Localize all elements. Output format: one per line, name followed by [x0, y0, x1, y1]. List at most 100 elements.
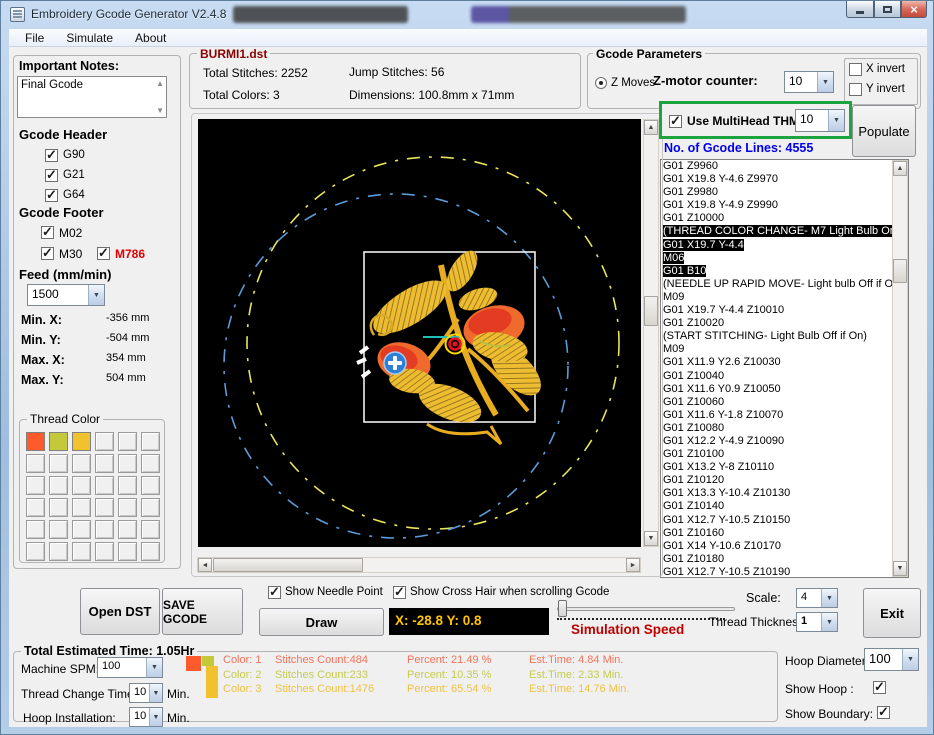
thread-swatch-25[interactable] [26, 520, 45, 539]
thread-swatch-22[interactable] [95, 498, 114, 517]
thread-swatch-34[interactable] [95, 542, 114, 561]
thread-swatch-30[interactable] [141, 520, 160, 539]
m30-checkbox[interactable] [41, 247, 54, 260]
gcode-line[interactable]: (NEEDLE UP RAPID MOVE- Light bulb Off if… [661, 278, 908, 291]
hoop-install-select[interactable]: 10 ▼ [129, 707, 163, 727]
show-boundary-checkbox[interactable] [877, 706, 890, 719]
thread-swatch-12[interactable] [141, 454, 160, 473]
gcode-line[interactable]: G01 Z10020 [661, 317, 908, 330]
scale-select[interactable]: 4 ▼ [796, 588, 838, 608]
thread-swatch-14[interactable] [49, 476, 68, 495]
thread-swatch-32[interactable] [49, 542, 68, 561]
minimize-button[interactable] [846, 1, 874, 18]
gcode-line[interactable]: G01 X12.2 Y-4.9 Z10090 [661, 435, 908, 448]
multihead-select[interactable]: 10 ▼ [795, 109, 845, 132]
scroll-down-icon[interactable]: ▼ [893, 561, 907, 576]
gcode-line[interactable]: G01 Z10180 [661, 553, 908, 566]
gcode-scrollbar[interactable]: ▲ ▼ [892, 160, 908, 577]
thread-change-select[interactable]: 10 ▼ [129, 683, 163, 703]
thread-swatch-5[interactable] [118, 432, 137, 451]
populate-button[interactable]: Populate [852, 105, 916, 157]
thread-swatch-31[interactable] [26, 542, 45, 561]
thread-swatch-17[interactable] [118, 476, 137, 495]
thread-swatch-6[interactable] [141, 432, 160, 451]
chevron-down-icon[interactable]: ▼ [149, 708, 162, 726]
menu-item-simulate[interactable]: Simulate [56, 30, 123, 46]
thread-swatch-24[interactable] [141, 498, 160, 517]
gcode-line[interactable]: M09 [661, 343, 908, 356]
x-invert-checkbox[interactable] [849, 63, 862, 76]
m02-checkbox[interactable] [41, 226, 54, 239]
thread-swatch-28[interactable] [95, 520, 114, 539]
notes-input[interactable]: Final Gcode ▲ ▼ [17, 76, 167, 118]
scroll-down-icon[interactable]: ▼ [644, 531, 658, 546]
thread-swatch-18[interactable] [141, 476, 160, 495]
gcode-line[interactable]: G01 X11.9 Y2.6 Z10030 [661, 356, 908, 369]
thread-swatch-9[interactable] [72, 454, 91, 473]
gcode-line[interactable]: G01 X12.7 Y-10.5 Z10190 [661, 566, 908, 578]
save-gcode-button[interactable]: SAVE GCODE [162, 588, 243, 635]
gcode-line[interactable]: G01 X14 Y-10.6 Z10170 [661, 540, 908, 553]
canvas-vscrollbar[interactable]: ▲ ▼ [643, 119, 659, 547]
chevron-down-icon[interactable]: ▼ [146, 658, 162, 677]
chevron-down-icon[interactable]: ▼ [149, 684, 162, 702]
menu-item-about[interactable]: About [125, 30, 176, 46]
thread-swatch-13[interactable] [26, 476, 45, 495]
gcode-line[interactable]: G01 X13.2 Y-8 Z10110 [661, 461, 908, 474]
show-cross-hair-checkbox[interactable] [393, 586, 406, 599]
y-invert-checkbox[interactable] [849, 83, 862, 96]
thread-swatch-29[interactable] [118, 520, 137, 539]
thread-swatch-11[interactable] [118, 454, 137, 473]
z-moves-radio[interactable] [595, 77, 607, 89]
thread-swatch-21[interactable] [72, 498, 91, 517]
chevron-down-icon[interactable]: ▼ [828, 110, 844, 131]
gcode-line[interactable]: G01 X19.8 Y-4.6 Z9970 [661, 173, 908, 186]
gcode-line[interactable]: G01 Z10000 [661, 212, 908, 225]
close-button[interactable]: × [901, 1, 927, 18]
chevron-down-icon[interactable]: ▼ [821, 589, 837, 607]
chevron-down-icon[interactable]: ▼ [902, 649, 918, 670]
scroll-up-icon[interactable]: ▲ [156, 79, 164, 88]
thread-swatch-16[interactable] [95, 476, 114, 495]
gcode-line[interactable]: (THREAD COLOR CHANGE- M7 Light Bulb On) [661, 225, 908, 238]
gcode-line[interactable]: G01 Z10160 [661, 527, 908, 540]
gcode-line[interactable]: (START STITCHING- Light Bulb Off if On) [661, 330, 908, 343]
thread-swatch-36[interactable] [141, 542, 160, 561]
g90-checkbox[interactable] [45, 149, 58, 162]
draw-button[interactable]: Draw [259, 608, 384, 636]
chevron-down-icon[interactable]: ▼ [817, 72, 833, 92]
chevron-down-icon[interactable]: ▼ [821, 613, 837, 631]
thread-swatch-19[interactable] [26, 498, 45, 517]
gcode-line[interactable]: G01 Z10040 [661, 370, 908, 383]
simulation-speed-slider[interactable] [557, 607, 735, 611]
feed-select[interactable]: 1500 ▼ [27, 284, 105, 306]
thread-swatch-1[interactable] [26, 432, 45, 451]
slider-thumb[interactable] [558, 600, 567, 617]
maximize-button[interactable] [874, 1, 901, 18]
gcode-line[interactable]: G01 B10 [661, 265, 908, 278]
thread-swatch-10[interactable] [95, 454, 114, 473]
hoop-diameter-select[interactable]: 100 ▼ [864, 648, 919, 671]
scroll-up-icon[interactable]: ▲ [644, 120, 658, 135]
scrollbar-thumb[interactable] [644, 296, 658, 326]
thread-swatch-27[interactable] [72, 520, 91, 539]
thread-swatch-33[interactable] [72, 542, 91, 561]
g64-checkbox[interactable] [45, 189, 58, 202]
thread-swatch-15[interactable] [72, 476, 91, 495]
thread-swatch-35[interactable] [118, 542, 137, 561]
gcode-line[interactable]: G01 Z9960 [661, 160, 908, 173]
thread-swatch-4[interactable] [95, 432, 114, 451]
gcode-line[interactable]: G01 X19.8 Y-4.9 Z9990 [661, 199, 908, 212]
scrollbar-thumb[interactable] [213, 558, 363, 572]
open-dst-button[interactable]: Open DST [80, 588, 160, 635]
thread-swatch-3[interactable] [72, 432, 91, 451]
gcode-line[interactable]: G01 X19.7 Y-4.4 [661, 239, 908, 252]
gcode-line[interactable]: G01 X11.6 Y-1.8 Z10070 [661, 409, 908, 422]
gcode-line[interactable]: G01 X19.7 Y-4.4 Z10010 [661, 304, 908, 317]
chevron-down-icon[interactable]: ▼ [88, 285, 104, 305]
thread-swatch-20[interactable] [49, 498, 68, 517]
scroll-right-icon[interactable]: ► [626, 558, 640, 572]
show-needle-point-checkbox[interactable] [268, 586, 281, 599]
thread-swatch-26[interactable] [49, 520, 68, 539]
gcode-line[interactable]: G01 X11.6 Y0.9 Z10050 [661, 383, 908, 396]
